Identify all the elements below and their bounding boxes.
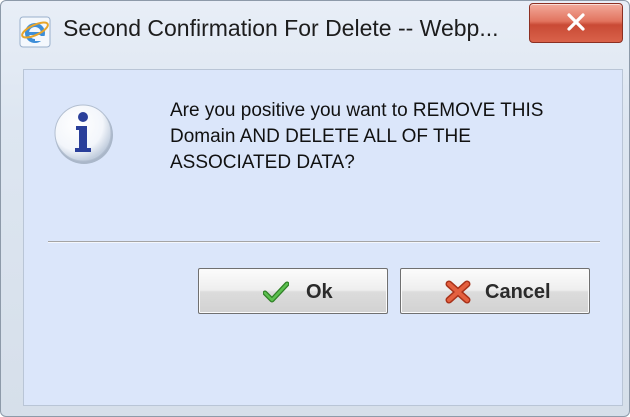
close-button[interactable] bbox=[529, 3, 623, 43]
checkmark-icon bbox=[262, 280, 290, 304]
red-x-icon bbox=[445, 280, 471, 304]
confirmation-message: Are you positive you want to REMOVE THIS… bbox=[170, 100, 544, 173]
window-title: Second Confirmation For Delete -- Webp..… bbox=[63, 15, 499, 41]
cancel-button[interactable]: Cancel bbox=[400, 268, 590, 314]
cancel-button-label: Cancel bbox=[485, 281, 551, 303]
dialog-body: Are you positive you want to REMOVE THIS… bbox=[23, 69, 623, 406]
title-bar[interactable]: Second Confirmation For Delete -- Webp..… bbox=[1, 1, 629, 59]
ok-button-label: Ok bbox=[306, 281, 333, 303]
ok-button[interactable]: Ok bbox=[198, 268, 388, 314]
dialog-window: Second Confirmation For Delete -- Webp..… bbox=[0, 0, 630, 417]
info-icon bbox=[52, 102, 116, 166]
close-icon bbox=[567, 13, 585, 31]
divider bbox=[48, 241, 600, 243]
internet-explorer-icon bbox=[19, 16, 51, 48]
